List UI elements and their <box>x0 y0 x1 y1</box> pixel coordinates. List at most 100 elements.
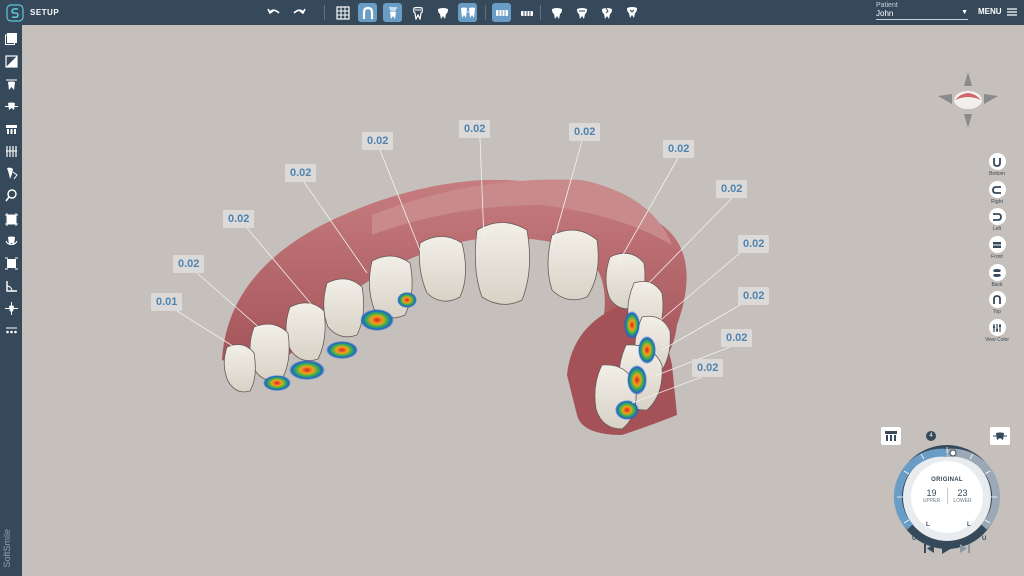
teeth-contact-icon[interactable] <box>458 3 477 22</box>
lower-arch-icon <box>993 432 1007 440</box>
3d-viewport[interactable]: 0.01 0.02 0.02 0.02 0.02 0.02 0.02 0.02 … <box>22 25 1024 576</box>
orientation-gizmo[interactable] <box>938 72 998 128</box>
app-title: SETUP <box>30 8 60 17</box>
upper-count: 19 <box>926 488 937 498</box>
distance-label[interactable]: 0.02 <box>285 164 317 182</box>
measure-icon[interactable] <box>3 143 19 159</box>
redo-icon[interactable] <box>289 3 308 22</box>
menu-button[interactable]: MENU <box>978 7 1017 16</box>
tooth-icon[interactable] <box>433 3 452 22</box>
distance-label[interactable]: 0.02 <box>223 210 255 228</box>
tooth-root-icon[interactable] <box>408 3 427 22</box>
step-badge: 4 <box>926 431 936 441</box>
left-sidebar: SoftSmile <box>0 25 22 576</box>
bite-icon[interactable] <box>3 165 19 181</box>
tooth-single-icon[interactable] <box>547 3 566 22</box>
step-forward-icon[interactable] <box>960 543 970 553</box>
toolbar-divider <box>324 5 325 20</box>
angle-icon[interactable] <box>3 278 19 294</box>
view-right-label: Right <box>991 199 1003 205</box>
toolbar-divider <box>540 5 541 20</box>
distance-label[interactable]: 0.02 <box>692 359 724 377</box>
view-left-button[interactable]: Left <box>983 208 1011 232</box>
rotate-tooth-icon[interactable] <box>3 233 19 249</box>
compare-icon[interactable] <box>3 53 19 69</box>
view-front-label: Front <box>991 254 1003 260</box>
dial-center: ORIGINAL 19 UPPER 23 LOWER <box>913 463 981 531</box>
distance-label[interactable]: 0.02 <box>362 132 394 150</box>
view-back-icon <box>988 264 1006 281</box>
distance-label[interactable]: 0.02 <box>738 235 770 253</box>
tooth-broken-icon[interactable] <box>597 3 616 22</box>
crop-icon[interactable] <box>3 211 19 227</box>
brand-watermark: SoftSmile <box>2 529 12 568</box>
gallery-icon[interactable] <box>3 30 19 46</box>
select-tooth-icon[interactable] <box>3 255 19 271</box>
step-dial[interactable]: ORIGINAL 19 UPPER 23 LOWER <box>893 443 1001 551</box>
toolbar-divider <box>485 5 486 20</box>
view-back-button[interactable]: Back <box>983 264 1011 288</box>
patient-selector[interactable]: Patient John ▼ <box>876 2 968 20</box>
upper-arch-icon <box>885 431 897 441</box>
view-tools-group <box>333 3 477 22</box>
tooth-attachment-icon[interactable] <box>383 3 402 22</box>
upper-label: UPPER <box>922 498 941 504</box>
hamburger-icon <box>1006 7 1017 16</box>
patient-name: John <box>876 9 894 18</box>
view-front-button[interactable]: Front <box>983 236 1011 260</box>
distance-label[interactable]: 0.02 <box>663 140 695 158</box>
view-top-label: Top <box>992 309 1002 315</box>
move-axis-icon[interactable] <box>3 300 19 316</box>
view-color-icon <box>988 319 1006 336</box>
search-tooth-icon[interactable] <box>3 187 19 203</box>
grid-icon[interactable] <box>333 3 352 22</box>
lower-label: LOWER <box>953 498 972 504</box>
tooth-tools-group <box>547 3 641 22</box>
lower-marker: L <box>967 522 971 528</box>
softsmile-logo-icon[interactable] <box>4 2 26 24</box>
distance-label[interactable]: 0.02 <box>716 180 748 198</box>
play-icon[interactable] <box>942 542 952 554</box>
menu-label: MENU <box>978 7 1002 16</box>
distance-label[interactable]: 0.02 <box>173 255 205 273</box>
upper-arch-icon[interactable] <box>492 3 511 22</box>
view-color-button[interactable]: View Color <box>983 319 1011 343</box>
view-bottom-button[interactable]: Bottom <box>983 153 1011 177</box>
step-back-icon[interactable] <box>924 543 934 553</box>
view-back-label: Back <box>991 282 1003 288</box>
distance-label[interactable]: 0.02 <box>569 123 601 141</box>
attachments-icon[interactable] <box>3 121 19 137</box>
view-right-icon <box>988 181 1006 198</box>
distance-label[interactable]: 0.01 <box>151 293 183 311</box>
upper-marker: U <box>912 536 917 542</box>
history-group <box>264 3 308 22</box>
distance-label[interactable]: 0.02 <box>721 329 753 347</box>
distance-label[interactable]: 0.02 <box>459 120 491 138</box>
ipr-icon[interactable] <box>3 98 19 114</box>
view-color-label: View Color <box>984 337 1010 343</box>
view-bottom-icon <box>988 153 1006 170</box>
count-divider <box>946 488 948 504</box>
view-top-button[interactable]: Top <box>983 291 1011 315</box>
lower-count: 23 <box>957 488 968 498</box>
undo-icon[interactable] <box>264 3 283 22</box>
chevron-down-icon: ▼ <box>961 9 968 16</box>
view-right-button[interactable]: Right <box>983 181 1011 205</box>
tooth-double-icon[interactable] <box>572 3 591 22</box>
view-left-icon <box>988 208 1006 225</box>
patient-label: Patient <box>876 2 898 9</box>
more-dots-icon[interactable] <box>3 322 19 338</box>
arch-tools-group <box>492 3 536 22</box>
distance-label[interactable]: 0.02 <box>738 287 770 305</box>
view-bottom-label: Bottom <box>989 171 1005 177</box>
arch-icon[interactable] <box>358 3 377 22</box>
top-toolbar: SETUP Patient John ▼ MENU <box>0 0 1024 25</box>
view-top-icon <box>988 291 1006 308</box>
lower-arch-icon[interactable] <box>517 3 536 22</box>
view-left-label: Left <box>992 226 1002 232</box>
playback-controls <box>924 542 970 554</box>
stage-name: ORIGINAL <box>931 477 963 483</box>
patient-dropdown[interactable]: John ▼ <box>876 9 968 20</box>
tooth-move-icon[interactable] <box>3 76 19 92</box>
tooth-arrow-icon[interactable] <box>622 3 641 22</box>
